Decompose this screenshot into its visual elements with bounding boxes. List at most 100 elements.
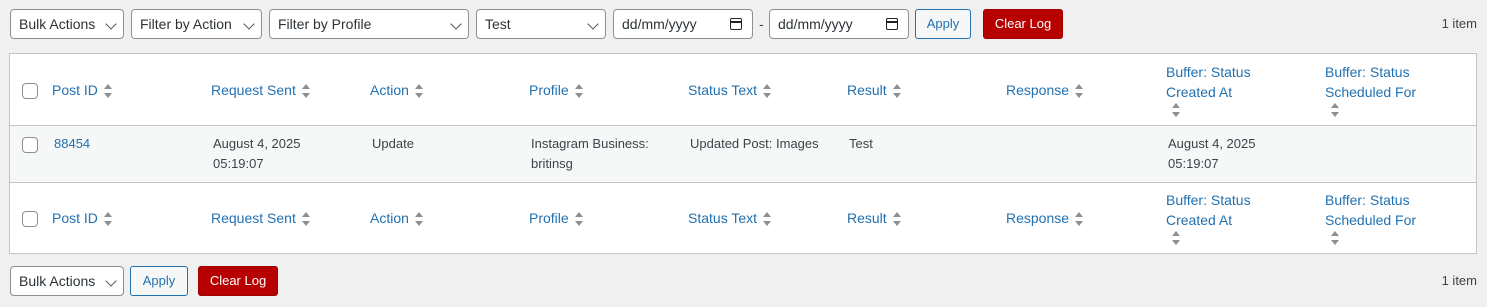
sort-icon	[1172, 231, 1180, 245]
apply-button[interactable]: Apply	[915, 9, 971, 39]
sort-icon	[414, 212, 423, 227]
column-header-buffer-created[interactable]: Buffer: Status Created At	[1166, 62, 1296, 117]
column-label: Action	[370, 210, 409, 226]
apply-button[interactable]: Apply	[130, 266, 188, 296]
column-header-profile[interactable]: Profile	[529, 80, 583, 100]
date-range-separator: -	[759, 16, 764, 32]
column-label: Buffer: Status Created At	[1166, 192, 1251, 228]
result-cell: Test	[849, 136, 873, 151]
row-checkbox[interactable]	[22, 137, 38, 153]
chevron-down-icon	[587, 18, 599, 30]
sort-icon	[574, 84, 583, 99]
column-label: Request Sent	[211, 82, 296, 98]
calendar-icon[interactable]	[730, 18, 742, 30]
sort-icon	[301, 212, 310, 227]
column-label: Buffer: Status Scheduled For	[1325, 192, 1417, 228]
bulk-actions-select[interactable]: Bulk Actions	[10, 266, 124, 296]
sort-icon	[763, 84, 772, 99]
item-count: 1 item	[1441, 16, 1477, 31]
chevron-down-icon	[105, 18, 117, 30]
column-header-result[interactable]: Result	[847, 80, 901, 100]
buffer-created-date: August 4, 2025	[1168, 136, 1256, 151]
bulk-actions-select[interactable]: Bulk Actions	[10, 9, 124, 39]
table-row: 88454 August 4, 2025 05:19:07 Update Ins…	[10, 126, 1476, 182]
bulk-actions-label: Bulk Actions	[19, 273, 96, 289]
date-to-input[interactable]: dd/mm/yyyy	[769, 9, 909, 39]
bulk-actions-label: Bulk Actions	[19, 16, 96, 32]
column-header-profile[interactable]: Profile	[529, 208, 583, 228]
buffer-created-time: 05:19:07	[1168, 156, 1219, 171]
column-label: Response	[1006, 210, 1070, 226]
chevron-down-icon	[450, 18, 462, 30]
column-header-status-text[interactable]: Status Text	[688, 208, 772, 228]
date-to-placeholder: dd/mm/yyyy	[778, 16, 853, 32]
column-header-buffer-created[interactable]: Buffer: Status Created At	[1166, 190, 1296, 245]
column-header-result[interactable]: Result	[847, 208, 901, 228]
top-tablenav: Bulk Actions Filter by Action Filter by …	[10, 9, 1477, 39]
clear-log-button[interactable]: Clear Log	[198, 266, 278, 296]
column-header-action[interactable]: Action	[370, 208, 423, 228]
sort-icon	[301, 84, 310, 99]
sort-icon	[414, 84, 423, 99]
date-from-input[interactable]: dd/mm/yyyy	[613, 9, 753, 39]
table-header-row: Post ID Request Sent Action Profile Stat…	[10, 54, 1476, 126]
bottom-tablenav: Bulk Actions Apply Clear Log 1 item	[10, 266, 1477, 296]
status-text-cell: Updated Post: Images	[690, 136, 819, 151]
sort-icon	[763, 212, 772, 227]
filter-test-select[interactable]: Test	[476, 9, 606, 39]
post-id-link[interactable]: 88454	[54, 134, 90, 154]
column-header-post-id[interactable]: Post ID	[52, 208, 112, 228]
column-label: Status Text	[688, 82, 758, 98]
log-table: Post ID Request Sent Action Profile Stat…	[9, 53, 1477, 254]
select-all-checkbox[interactable]	[22, 211, 38, 227]
sort-icon	[574, 212, 583, 227]
column-label: Request Sent	[211, 210, 296, 226]
profile-line-1: Instagram Business:	[531, 136, 649, 151]
filter-by-profile-select[interactable]: Filter by Profile	[269, 9, 469, 39]
filter-by-action-select[interactable]: Filter by Action	[131, 9, 262, 39]
sort-icon	[892, 84, 901, 99]
buffer-created-cell: August 4, 2025 05:19:07	[1168, 134, 1255, 174]
column-header-buffer-scheduled[interactable]: Buffer: Status Scheduled For	[1325, 62, 1455, 117]
item-count: 1 item	[1441, 273, 1477, 288]
column-label: Result	[847, 82, 887, 98]
request-sent-cell: August 4, 2025 05:19:07	[213, 134, 300, 174]
column-header-response[interactable]: Response	[1006, 80, 1084, 100]
sort-icon	[103, 84, 112, 99]
column-label: Buffer: Status Scheduled For	[1325, 64, 1417, 100]
action-cell: Update	[372, 136, 414, 151]
sort-icon	[1331, 231, 1339, 245]
calendar-icon[interactable]	[886, 18, 898, 30]
column-header-request-sent[interactable]: Request Sent	[211, 208, 310, 228]
column-label: Buffer: Status Created At	[1166, 64, 1251, 100]
table-footer-row: Post ID Request Sent Action Profile Stat…	[10, 182, 1476, 253]
column-header-action[interactable]: Action	[370, 80, 423, 100]
filter-by-action-label: Filter by Action	[140, 16, 232, 32]
chevron-down-icon	[243, 18, 255, 30]
sort-icon	[1075, 84, 1084, 99]
date-from-placeholder: dd/mm/yyyy	[622, 16, 697, 32]
select-all-checkbox[interactable]	[22, 83, 38, 99]
clear-log-button[interactable]: Clear Log	[983, 9, 1063, 39]
column-header-request-sent[interactable]: Request Sent	[211, 80, 310, 100]
column-label: Response	[1006, 82, 1070, 98]
column-label: Profile	[529, 82, 569, 98]
sort-icon	[1172, 103, 1180, 117]
column-label: Result	[847, 210, 887, 226]
column-label: Post ID	[52, 210, 98, 226]
sort-icon	[103, 212, 112, 227]
column-header-post-id[interactable]: Post ID	[52, 80, 112, 100]
filter-test-label: Test	[485, 16, 511, 32]
filter-by-profile-label: Filter by Profile	[278, 16, 372, 32]
column-label: Post ID	[52, 82, 98, 98]
request-sent-date: August 4, 2025	[213, 136, 301, 151]
sort-icon	[1075, 212, 1084, 227]
column-label: Profile	[529, 210, 569, 226]
sort-icon	[1331, 103, 1339, 117]
column-header-response[interactable]: Response	[1006, 208, 1084, 228]
column-label: Status Text	[688, 210, 758, 226]
request-sent-time: 05:19:07	[213, 156, 264, 171]
column-header-status-text[interactable]: Status Text	[688, 80, 772, 100]
column-header-buffer-scheduled[interactable]: Buffer: Status Scheduled For	[1325, 190, 1455, 245]
column-label: Action	[370, 82, 409, 98]
